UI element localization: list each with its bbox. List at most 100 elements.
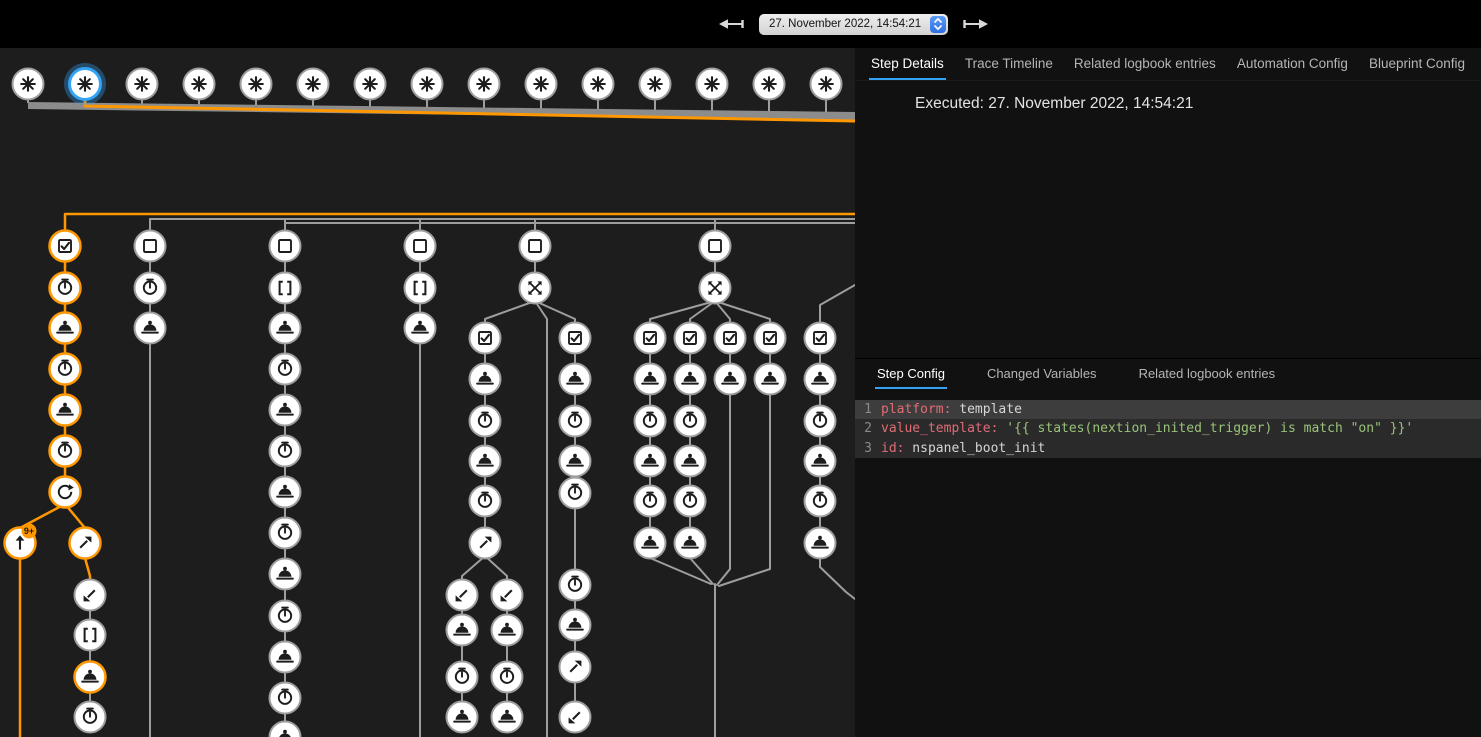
- graph-node-arrow-down-left[interactable]: [75, 580, 106, 611]
- graph-node-arrow-down-left[interactable]: [447, 580, 478, 611]
- graph-node-bell[interactable]: [715, 364, 746, 395]
- graph-node-bell[interactable]: [755, 364, 786, 395]
- trigger-node[interactable]: [127, 69, 158, 100]
- graph-node-timer[interactable]: [675, 486, 706, 517]
- tab-related-logbook-entries[interactable]: Related logbook entries: [1072, 48, 1218, 80]
- graph-node-timer[interactable]: [635, 486, 666, 517]
- graph-node-timer[interactable]: [50, 273, 81, 304]
- tab-trace-timeline[interactable]: Trace Timeline: [963, 48, 1055, 80]
- graph-node-arrow-down-left[interactable]: [492, 580, 523, 611]
- graph-node-timer[interactable]: [270, 683, 301, 714]
- graph-node-checkbox[interactable]: [805, 323, 836, 354]
- graph-node-timer[interactable]: [270, 518, 301, 549]
- graph-node-arrow-up-right[interactable]: [470, 528, 501, 559]
- graph-node-bell[interactable]: [635, 364, 666, 395]
- graph-node-timer[interactable]: [135, 273, 166, 304]
- graph-node-bell[interactable]: [50, 313, 81, 344]
- trigger-node[interactable]: [811, 69, 842, 100]
- graph-node-bell[interactable]: [560, 610, 591, 641]
- graph-node-bell[interactable]: [447, 615, 478, 646]
- graph-node-timer[interactable]: [75, 702, 106, 733]
- graph-node-timer[interactable]: [805, 486, 836, 517]
- graph-node-checkbox[interactable]: [50, 231, 81, 262]
- graph-node-arrow-down-left[interactable]: [560, 702, 591, 733]
- graph-node-bell[interactable]: [270, 559, 301, 590]
- graph-node-bell[interactable]: [50, 395, 81, 426]
- graph-node-timer[interactable]: [447, 662, 478, 693]
- graph-node-checkbox[interactable]: [715, 323, 746, 354]
- graph-node-bell[interactable]: [405, 313, 436, 344]
- graph-node-brackets[interactable]: [405, 273, 436, 304]
- graph-node-timer[interactable]: [270, 354, 301, 385]
- graph-node-checkbox[interactable]: [560, 323, 591, 354]
- graph-node-square[interactable]: [135, 231, 166, 262]
- graph-node-bell[interactable]: [675, 446, 706, 477]
- trigger-node[interactable]: [640, 69, 671, 100]
- trigger-node[interactable]: [298, 69, 329, 100]
- graph-node-checkbox[interactable]: [755, 323, 786, 354]
- graph-node-square[interactable]: [700, 231, 731, 262]
- tab-automation-config[interactable]: Automation Config: [1235, 48, 1350, 80]
- graph-node-square[interactable]: [520, 231, 551, 262]
- graph-node-bell[interactable]: [635, 446, 666, 477]
- trace-picker-select[interactable]: 27. November 2022, 14:54:21: [759, 14, 948, 35]
- graph-node-bell[interactable]: [675, 364, 706, 395]
- graph-node-timer[interactable]: [470, 406, 501, 437]
- tab-related-logbook-entries[interactable]: Related logbook entries: [1137, 359, 1278, 389]
- graph-node-bell[interactable]: [560, 364, 591, 395]
- graph-node-bell[interactable]: [447, 702, 478, 733]
- trigger-node[interactable]: [13, 69, 44, 100]
- graph-node-bell[interactable]: [805, 364, 836, 395]
- tab-step-details[interactable]: Step Details: [869, 48, 946, 80]
- graph-node-timer[interactable]: [50, 354, 81, 385]
- graph-node-bell[interactable]: [270, 642, 301, 673]
- trigger-node[interactable]: [412, 69, 443, 100]
- graph-node-bell[interactable]: [270, 477, 301, 508]
- trigger-node[interactable]: [697, 69, 728, 100]
- trigger-node[interactable]: [241, 69, 272, 100]
- graph-node-timer[interactable]: [492, 662, 523, 693]
- graph-node-repeat[interactable]: [50, 477, 81, 508]
- previous-trace-button[interactable]: [719, 17, 745, 31]
- trigger-node[interactable]: [355, 69, 386, 100]
- graph-node-bell[interactable]: [560, 446, 591, 477]
- graph-node-timer[interactable]: [270, 436, 301, 467]
- graph-node-parallel[interactable]: [520, 273, 551, 304]
- graph-node-square[interactable]: [405, 231, 436, 262]
- next-trace-button[interactable]: [962, 17, 988, 31]
- graph-node-timer[interactable]: [270, 601, 301, 632]
- graph-node-bell[interactable]: [135, 313, 166, 344]
- graph-node-parallel[interactable]: [700, 273, 731, 304]
- graph-node-timer[interactable]: [470, 486, 501, 517]
- trigger-node[interactable]: [583, 69, 614, 100]
- graph-node-timer[interactable]: [50, 436, 81, 467]
- graph-node-timer[interactable]: [560, 570, 591, 601]
- graph-node-timer[interactable]: [675, 406, 706, 437]
- trigger-node[interactable]: [754, 69, 785, 100]
- graph-node-bell[interactable]: [492, 702, 523, 733]
- graph-node-bell[interactable]: [470, 364, 501, 395]
- graph-node-bell[interactable]: [805, 528, 836, 559]
- graph-node-checkbox[interactable]: [635, 323, 666, 354]
- trigger-node[interactable]: [184, 69, 215, 100]
- graph-node-checkbox[interactable]: [675, 323, 706, 354]
- graph-node-bell[interactable]: [805, 446, 836, 477]
- graph-node-square[interactable]: [270, 231, 301, 262]
- graph-node-bell[interactable]: [675, 528, 706, 559]
- graph-node-checkbox[interactable]: [470, 323, 501, 354]
- tab-step-config[interactable]: Step Config: [875, 359, 947, 389]
- graph-node-timer[interactable]: [560, 406, 591, 437]
- trigger-node[interactable]: [469, 69, 500, 100]
- graph-node-timer[interactable]: [805, 406, 836, 437]
- graph-node-bell[interactable]: [635, 528, 666, 559]
- graph-node-bell[interactable]: [492, 615, 523, 646]
- graph-node-arrow-up-right[interactable]: [560, 652, 591, 683]
- trigger-node[interactable]: [67, 66, 104, 103]
- tab-blueprint-config[interactable]: Blueprint Config: [1367, 48, 1467, 80]
- trigger-node[interactable]: [526, 69, 557, 100]
- tab-changed-variables[interactable]: Changed Variables: [985, 359, 1099, 389]
- graph-node-bell[interactable]: [470, 446, 501, 477]
- graph-node-bell[interactable]: [270, 313, 301, 344]
- graph-node-bell[interactable]: [75, 662, 106, 693]
- graph-node-timer[interactable]: [560, 478, 591, 509]
